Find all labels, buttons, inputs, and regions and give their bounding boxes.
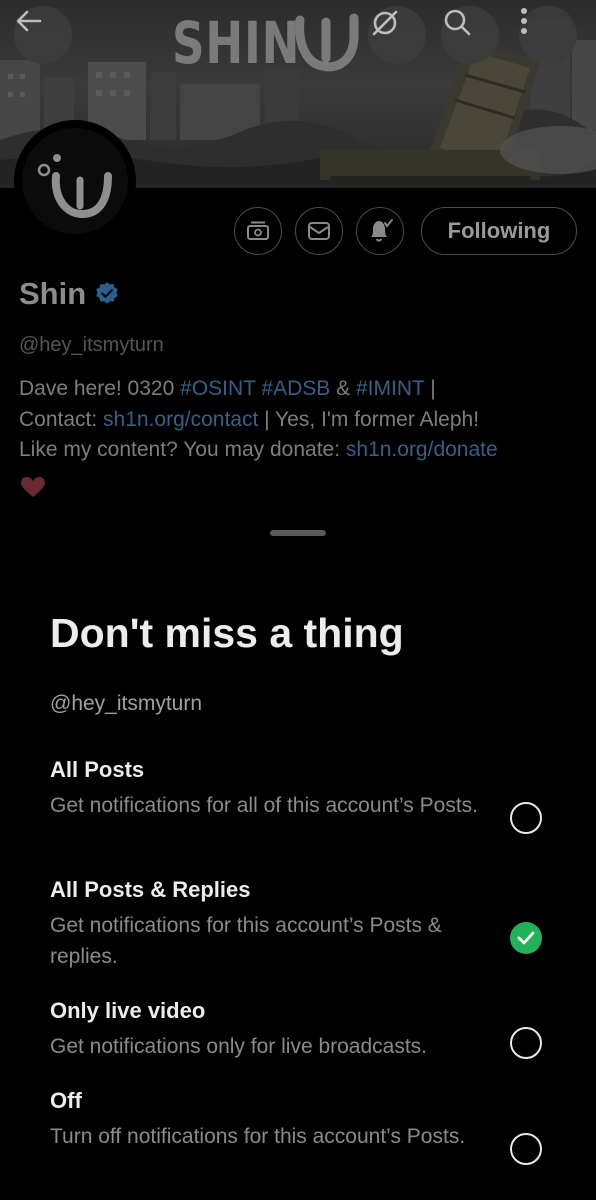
radio-unselected[interactable] bbox=[510, 1027, 542, 1059]
search-icon bbox=[444, 9, 471, 36]
dsync-button[interactable] bbox=[368, 6, 426, 64]
option-title: All Posts bbox=[50, 757, 145, 782]
sheet-account-handle: @hey_itsmyturn bbox=[50, 692, 203, 715]
banner-wordmark: SHIN bbox=[172, 9, 301, 77]
verified-badge-icon bbox=[96, 282, 119, 304]
bio-text: | Yes, I'm former Aleph! bbox=[258, 407, 480, 431]
option-description: Get notifications for this account’s Pos… bbox=[50, 914, 442, 968]
mail-icon bbox=[308, 222, 330, 240]
radio-unselected[interactable] bbox=[510, 1133, 542, 1165]
notifications-button[interactable] bbox=[356, 207, 404, 255]
option-description: Get notifications for all of this accoun… bbox=[50, 794, 478, 817]
option-only-live-video[interactable]: Only live video Get notifications only f… bbox=[50, 997, 570, 1062]
bio-text: & bbox=[330, 377, 356, 400]
donate-link[interactable]: sh1n.org/donate bbox=[346, 438, 498, 461]
arrow-left-icon bbox=[16, 10, 42, 32]
sheet-drag-handle[interactable] bbox=[270, 530, 326, 536]
profile-name-row: Shin bbox=[19, 276, 120, 312]
radio-unselected[interactable] bbox=[510, 802, 542, 834]
profile-bio: Dave here! 0320 #OSINT #ADSB & #IMINT | … bbox=[19, 374, 584, 466]
option-description: Get notifications only for live broadcas… bbox=[50, 1035, 428, 1058]
profile-handle: @hey_itsmyturn bbox=[19, 334, 164, 356]
option-all-posts-replies[interactable]: All Posts & Replies Get notifications fo… bbox=[50, 876, 570, 972]
option-title: All Posts & Replies bbox=[50, 877, 251, 902]
subscribe-button[interactable] bbox=[234, 207, 282, 255]
hashtag-imint-link[interactable]: #IMINT bbox=[356, 377, 424, 400]
more-options-button[interactable] bbox=[519, 6, 577, 64]
following-button[interactable]: Following bbox=[421, 207, 577, 255]
notification-settings-sheet: Don't miss a thing @hey_itsmyturn All Po… bbox=[0, 520, 596, 1200]
bio-text: Dave here! 0320 bbox=[19, 377, 181, 400]
bell-check-icon bbox=[371, 219, 393, 242]
circle-slash-icon bbox=[372, 10, 398, 36]
profile-name: Shin bbox=[19, 276, 87, 311]
profile-background: SHIN Following Shin @hey_itsmyturn Dave … bbox=[0, 0, 596, 540]
bio-text: | bbox=[424, 377, 436, 400]
search-button[interactable] bbox=[441, 6, 499, 64]
option-title: Off bbox=[50, 1088, 82, 1113]
banner-shin-letter-icon bbox=[295, 13, 359, 72]
option-all-posts[interactable]: All Posts Get notifications for all of t… bbox=[50, 756, 570, 834]
contact-link[interactable]: sh1n.org/contact bbox=[103, 408, 258, 431]
hashtag-adsb-link[interactable]: #ADSB bbox=[261, 377, 330, 400]
subscription-icon bbox=[247, 221, 269, 240]
back-button[interactable] bbox=[14, 6, 72, 64]
sheet-title: Don't miss a thing bbox=[50, 610, 404, 656]
option-off[interactable]: Off Turn off notifications for this acco… bbox=[50, 1087, 570, 1165]
bio-text: Like my content? You may donate: bbox=[19, 438, 346, 461]
avatar[interactable] bbox=[14, 120, 136, 242]
option-description: Turn off notifications for this account’… bbox=[50, 1125, 466, 1148]
bio-text: Contact: bbox=[19, 407, 104, 431]
avatar-shin-logo-icon bbox=[37, 154, 112, 219]
more-vertical-icon bbox=[521, 8, 527, 34]
option-title: Only live video bbox=[50, 998, 206, 1023]
hashtag-osint-link[interactable]: #OSINT bbox=[180, 377, 255, 400]
radio-selected[interactable] bbox=[510, 922, 542, 954]
checkmark-icon bbox=[517, 931, 535, 945]
heart-emoji-icon bbox=[21, 477, 45, 497]
message-button[interactable] bbox=[295, 207, 343, 255]
